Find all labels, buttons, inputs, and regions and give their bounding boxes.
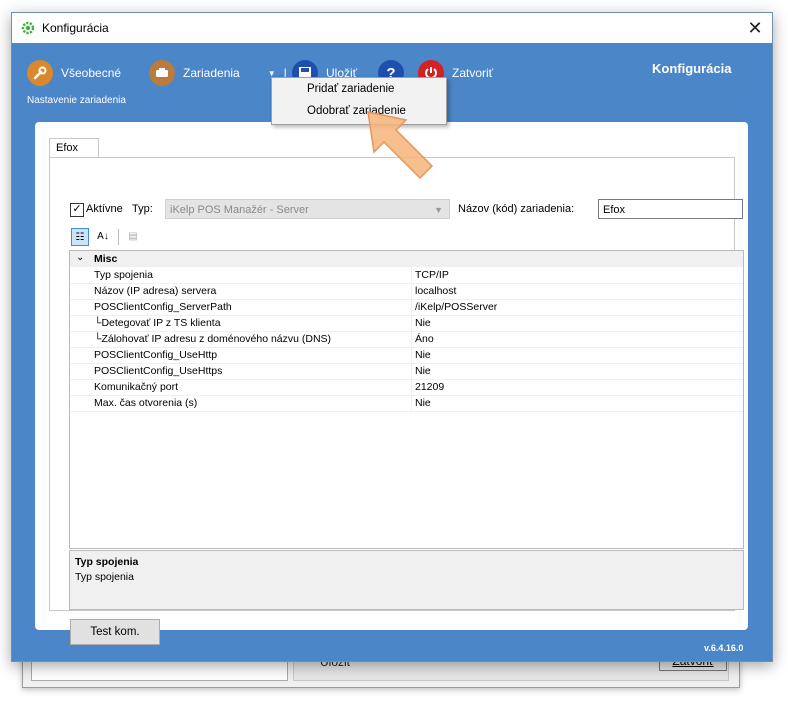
row-value: Nie [415,349,431,361]
grid-row[interactable]: POSClientConfig_ServerPath/iKelp/POSServ… [70,299,743,316]
chevron-down-icon[interactable]: ⌄ [76,252,84,263]
category-label: Misc [94,253,118,265]
devices-icon [149,60,175,86]
row-name: POSClientConfig_UseHttp [94,349,218,361]
general-button[interactable]: Všeobecné [27,59,121,87]
device-name-input[interactable]: Efox [598,199,743,219]
grid-row[interactable]: Komunikačný port 21209 [70,379,743,396]
type-label: Typ: [132,203,153,215]
type-select[interactable]: iKelp POS Manažér - Server ▼ [165,199,450,219]
grid-row[interactable]: Názov (IP adresa) servera localhost [70,283,743,300]
row-value: Nie [415,365,431,377]
title-bar: Konfigurácia ✕ [12,13,772,43]
row-name: Názov (IP adresa) servera [94,285,217,297]
description-panel: Typ spojenia Typ spojenia [69,550,744,610]
menu-item-add-device[interactable]: Pridať zariadenie [273,79,445,100]
type-select-value: iKelp POS Manažér - Server [170,204,309,216]
app-gear-icon [21,21,35,35]
tab-body: ✓ Aktívne Typ: iKelp POS Manažér - Serve… [49,157,744,645]
description-text: Typ spojenia [75,571,134,583]
chevron-down-icon: ▼ [434,205,443,215]
device-name-label: Názov (kód) zariadenia: [458,203,575,215]
version-label: v.6.4.16.0 [704,643,744,653]
row-name: └Zálohovať IP adresu z doménového názvu … [94,333,332,345]
row-value: Nie [415,397,431,409]
row-name: └Detegovať IP z TS klienta [94,317,221,329]
wrench-icon [27,60,53,86]
grid-row[interactable]: └Zálohovať IP adresu z doménového názvu … [70,331,743,348]
row-value: localhost [415,285,457,297]
toolbar-divider [118,229,119,245]
row-name: POSClientConfig_UseHttps [94,365,223,377]
grid-row[interactable]: Typ spojenia TCP/IP [70,267,743,284]
grid-row[interactable]: Max. čas otvorenia (s) Nie [70,395,743,412]
content-panel: Efox ✓ Aktívne Typ: iKelp POS Manažér - … [35,122,748,645]
property-pages-icon: ▤ [128,231,138,242]
row-name: Typ spojenia [94,269,153,281]
brand-title: Konfigurácia [652,61,732,76]
devices-label: Zariadenia [183,66,240,80]
window-title: Konfigurácia [42,21,109,35]
row-value: Nie [415,317,431,329]
sort-alphabetical-icon[interactable]: A↓ [94,228,112,246]
property-grid[interactable]: ⌄ Misc Typ spojenia TCP/IP Názov (IP adre… [69,250,744,549]
pointer-arrow-icon [367,111,434,180]
active-checkbox[interactable]: ✓ [70,203,84,217]
grid-row[interactable]: POSClientConfig_UseHttps Nie [70,363,743,380]
active-label: Aktívne [86,203,123,215]
category-row[interactable]: ⌄ Misc [70,251,743,267]
row-name: Komunikačný port [94,381,179,393]
test-communication-button[interactable]: Test kom. [70,619,160,645]
tab-efox[interactable]: Efox [49,138,99,158]
devices-button[interactable]: Zariadenia ▼ | [149,59,287,87]
grid-row[interactable]: └Detegovať IP z TS klienta Nie [70,315,743,332]
categorized-view-icon[interactable]: ☷ [71,228,89,246]
row-name: POSClientConfig_ServerPath [94,301,232,313]
row-value: TCP/IP [415,269,449,281]
window-close-button[interactable]: ✕ [742,16,768,40]
row-value: /iKelp/POSServer [415,301,498,313]
page-subtitle: Nastavenie zariadenia [27,95,126,106]
row-value: Áno [415,333,434,345]
row-value: 21209 [415,381,445,393]
row-name: Max. čas otvorenia (s) [94,397,198,409]
close-label: Zatvoriť [452,66,494,80]
grid-row[interactable]: POSClientConfig_UseHttp Nie [70,347,743,364]
description-title: Typ spojenia [75,556,139,568]
general-label: Všeobecné [61,66,122,80]
